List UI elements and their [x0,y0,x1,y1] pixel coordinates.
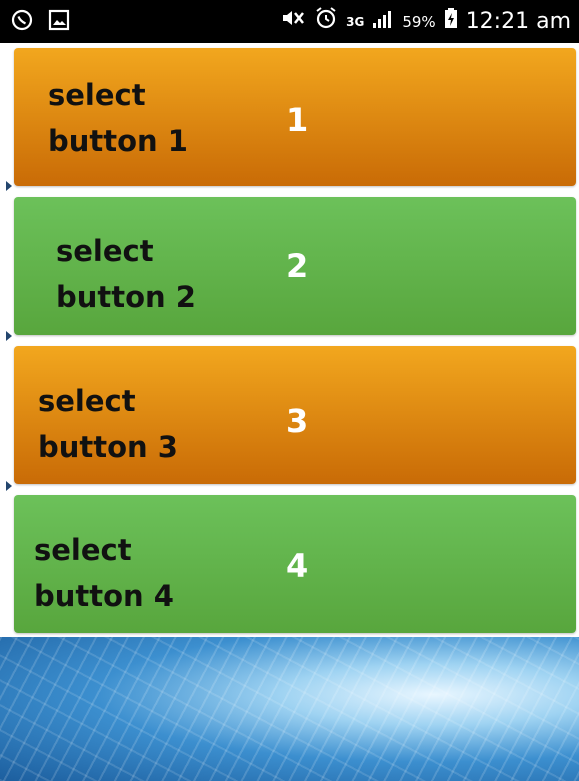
signal-icon [372,8,394,36]
button-number: 4 [286,547,309,585]
list-marker [6,481,12,491]
battery-icon [444,7,458,36]
battery-percent: 59% [402,12,436,31]
status-bar: 3G 59% 12:21 am [0,0,579,43]
select-button-1[interactable]: select button 1 1 [14,48,576,186]
clock: 12:21 am [465,8,571,34]
button-label: select button 3 [38,384,178,464]
gallery-icon [48,9,70,38]
button-number: 2 [286,247,309,285]
mute-icon [280,7,306,36]
button-label: select button 4 [34,533,174,613]
button-number: 1 [286,101,309,139]
list-marker [6,181,12,191]
select-button-2[interactable]: select button 2 2 [14,197,576,335]
whatsapp-icon [10,8,34,39]
button-label: select button 1 [48,78,188,158]
wallpaper-background [0,637,579,781]
alarm-icon [314,6,338,37]
button-number: 3 [286,402,309,440]
3g-icon: 3G [346,14,365,29]
button-list: select button 1 1 select button 2 2 sele… [6,43,579,637]
button-label: select button 2 [56,234,196,314]
select-button-4[interactable]: select button 4 4 [14,495,576,633]
list-marker [6,331,12,341]
select-button-3[interactable]: select button 3 3 [14,346,576,484]
